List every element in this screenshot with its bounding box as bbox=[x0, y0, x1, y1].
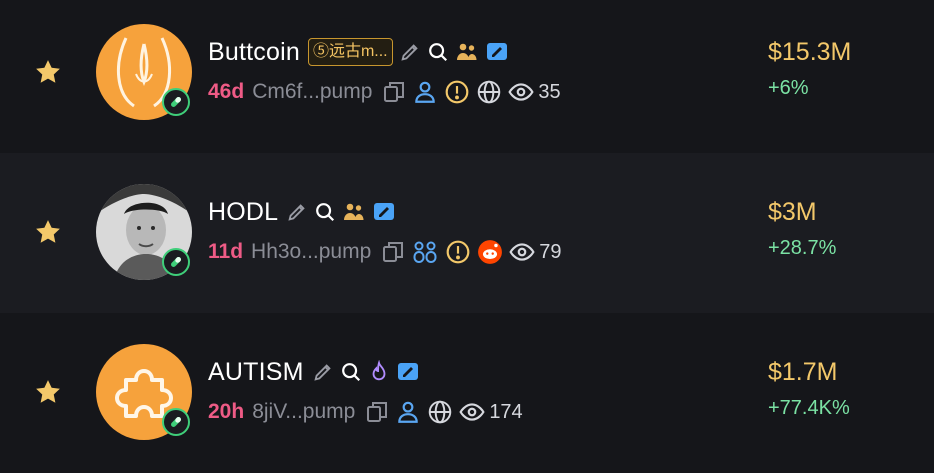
contract-address[interactable]: Cm6f...pump bbox=[252, 80, 372, 104]
token-list: Buttcoin ⑤远古m... 46d Cm6f...pump 35 $15.… bbox=[0, 0, 934, 454]
edit-icon[interactable] bbox=[399, 41, 421, 63]
token-age: 46d bbox=[208, 80, 245, 103]
holders-icon[interactable] bbox=[455, 40, 479, 64]
price-change: +77.4K% bbox=[768, 397, 850, 419]
copy-icon[interactable] bbox=[365, 400, 389, 424]
market-cap: $3M bbox=[768, 198, 817, 226]
search-icon[interactable] bbox=[314, 201, 336, 223]
edit-icon[interactable] bbox=[312, 361, 334, 383]
warning-icon[interactable] bbox=[444, 79, 470, 105]
token-row[interactable]: AUTISM 20h 8jiV...pump 174 $1.7M +77.4K% bbox=[0, 313, 934, 473]
token-row[interactable]: HODL 11d Hh3o...pump 79 $3M +28.7% bbox=[0, 153, 934, 313]
reddit-icon[interactable] bbox=[477, 239, 503, 265]
star-icon[interactable] bbox=[33, 57, 63, 87]
token-name[interactable]: HODL bbox=[208, 198, 278, 227]
user-icon[interactable] bbox=[412, 79, 438, 105]
search-icon[interactable] bbox=[340, 361, 362, 383]
price-change: +6% bbox=[768, 77, 809, 99]
eye-icon bbox=[459, 399, 485, 425]
pill-badge-icon bbox=[162, 408, 190, 436]
token-name[interactable]: Buttcoin bbox=[208, 38, 300, 67]
token-age: 11d bbox=[208, 240, 244, 263]
verified-badge-icon[interactable] bbox=[372, 200, 396, 224]
warning-icon[interactable] bbox=[445, 239, 471, 265]
verified-badge-icon[interactable] bbox=[396, 360, 420, 384]
copy-icon[interactable] bbox=[381, 240, 405, 264]
users-icon[interactable] bbox=[411, 239, 439, 265]
token-info: Buttcoin ⑤远古m... 46d Cm6f...pump 35 bbox=[208, 35, 561, 109]
token-name[interactable]: AUTISM bbox=[208, 358, 304, 387]
token-info: AUTISM 20h 8jiV...pump 174 bbox=[208, 355, 523, 429]
star-icon[interactable] bbox=[33, 377, 63, 407]
token-avatar[interactable] bbox=[96, 344, 192, 440]
market-cap: $1.7M bbox=[768, 358, 838, 386]
user-icon[interactable] bbox=[395, 399, 421, 425]
copy-icon[interactable] bbox=[382, 80, 406, 104]
globe-icon[interactable] bbox=[427, 399, 453, 425]
pill-badge-icon bbox=[162, 248, 190, 276]
globe-icon[interactable] bbox=[476, 79, 502, 105]
verified-badge-icon[interactable] bbox=[485, 40, 509, 64]
view-count: 35 bbox=[538, 80, 561, 103]
token-row[interactable]: Buttcoin ⑤远古m... 46d Cm6f...pump 35 $15.… bbox=[0, 0, 934, 153]
token-age: 20h bbox=[208, 400, 245, 423]
token-stats: $1.7M +77.4K% bbox=[768, 355, 850, 420]
market-cap: $15.3M bbox=[768, 38, 852, 66]
pill-badge-icon bbox=[162, 88, 190, 116]
token-avatar[interactable] bbox=[96, 24, 192, 120]
token-stats: $15.3M +6% bbox=[768, 35, 851, 100]
token-tag[interactable]: ⑤远古m... bbox=[307, 38, 393, 66]
flame-icon[interactable] bbox=[368, 360, 390, 384]
token-info: HODL 11d Hh3o...pump 79 bbox=[208, 195, 562, 269]
edit-icon[interactable] bbox=[286, 201, 308, 223]
view-count: 79 bbox=[539, 240, 562, 263]
search-icon[interactable] bbox=[427, 41, 449, 63]
contract-address[interactable]: 8jiV...pump bbox=[252, 400, 355, 424]
price-change: +28.7% bbox=[768, 237, 837, 259]
view-count: 174 bbox=[489, 400, 523, 423]
holders-icon[interactable] bbox=[342, 200, 366, 224]
contract-address[interactable]: Hh3o...pump bbox=[251, 240, 371, 264]
eye-icon bbox=[508, 79, 535, 105]
eye-icon bbox=[509, 239, 535, 265]
token-avatar[interactable] bbox=[96, 184, 192, 280]
token-stats: $3M +28.7% bbox=[768, 195, 836, 260]
star-icon[interactable] bbox=[33, 217, 63, 247]
